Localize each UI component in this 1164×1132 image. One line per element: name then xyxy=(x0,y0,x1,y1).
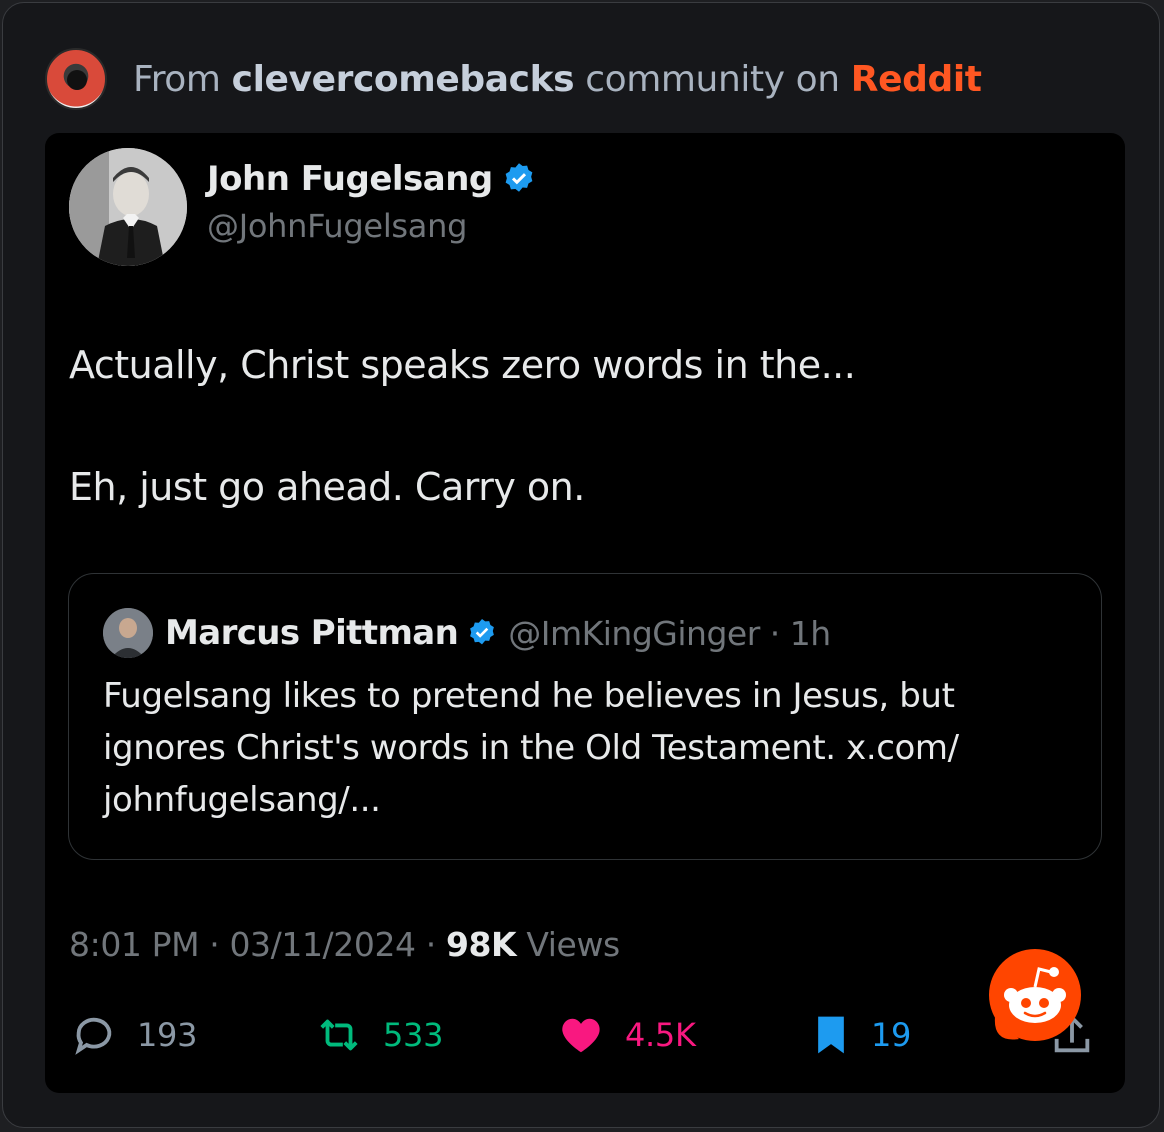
post-frame: From clevercomebacks community on Reddit… xyxy=(2,2,1160,1128)
tweet-time[interactable]: 8:01 PM xyxy=(69,925,200,964)
quoted-author-avatar[interactable] xyxy=(103,608,153,658)
tweet-card: John Fugelsang @JohnFugelsang Actually, … xyxy=(45,133,1125,1093)
quoted-text: Fugelsang likes to pretend he believes i… xyxy=(103,676,959,820)
reply-button[interactable]: 193 xyxy=(69,1007,197,1063)
source-header: From clevercomebacks community on Reddit xyxy=(45,48,982,110)
verified-badge-icon xyxy=(505,163,533,192)
community-link[interactable]: clevercomebacks xyxy=(232,59,575,100)
tweet-text-line-2: Eh, just go ahead. Carry on. xyxy=(69,465,585,509)
source-line: From clevercomebacks community on Reddit xyxy=(133,59,982,100)
author-block: John Fugelsang @JohnFugelsang xyxy=(207,159,537,245)
views-count: 98K xyxy=(445,925,517,964)
views-label: Views xyxy=(526,925,620,964)
retweet-button[interactable]: 533 xyxy=(313,1007,443,1063)
retweet-count: 533 xyxy=(383,1016,444,1054)
author-name[interactable]: John Fugelsang xyxy=(207,159,493,199)
bookmark-count: 19 xyxy=(871,1016,912,1054)
quoted-handle-time[interactable]: @ImKingGinger · 1h xyxy=(508,614,831,653)
reply-icon xyxy=(75,1017,112,1055)
tweet-meta: 8:01 PM · 03/11/2024 · 98K Views xyxy=(69,925,620,964)
like-count: 4.5K xyxy=(625,1016,696,1054)
reply-count: 193 xyxy=(137,1016,198,1054)
like-button[interactable]: 4.5K xyxy=(555,1007,696,1063)
quoted-tweet[interactable]: Marcus Pittman @ImKingGinger · 1h Fugels… xyxy=(68,573,1102,860)
author-avatar[interactable] xyxy=(69,148,187,266)
tweet-text-line-1: Actually, Christ speaks zero words in th… xyxy=(69,343,856,387)
author-handle[interactable]: @JohnFugelsang xyxy=(207,207,537,245)
quoted-author-name[interactable]: Marcus Pittman xyxy=(165,613,459,653)
bookmark-icon xyxy=(818,1016,844,1054)
source-middle: community on xyxy=(585,58,840,100)
tweet-date[interactable]: 03/11/2024 xyxy=(229,925,416,964)
bookmark-button[interactable]: 19 xyxy=(809,1007,911,1063)
reddit-snoo-icon[interactable] xyxy=(985,947,1085,1047)
verified-badge-icon xyxy=(470,619,495,645)
source-prefix: From xyxy=(133,58,221,100)
action-bar: 193 533 4.5K 19 xyxy=(69,1007,1099,1063)
retweet-icon xyxy=(320,1019,358,1051)
platform-link[interactable]: Reddit xyxy=(851,59,982,100)
heart-icon xyxy=(562,1018,600,1053)
subreddit-avatar[interactable] xyxy=(45,48,107,110)
